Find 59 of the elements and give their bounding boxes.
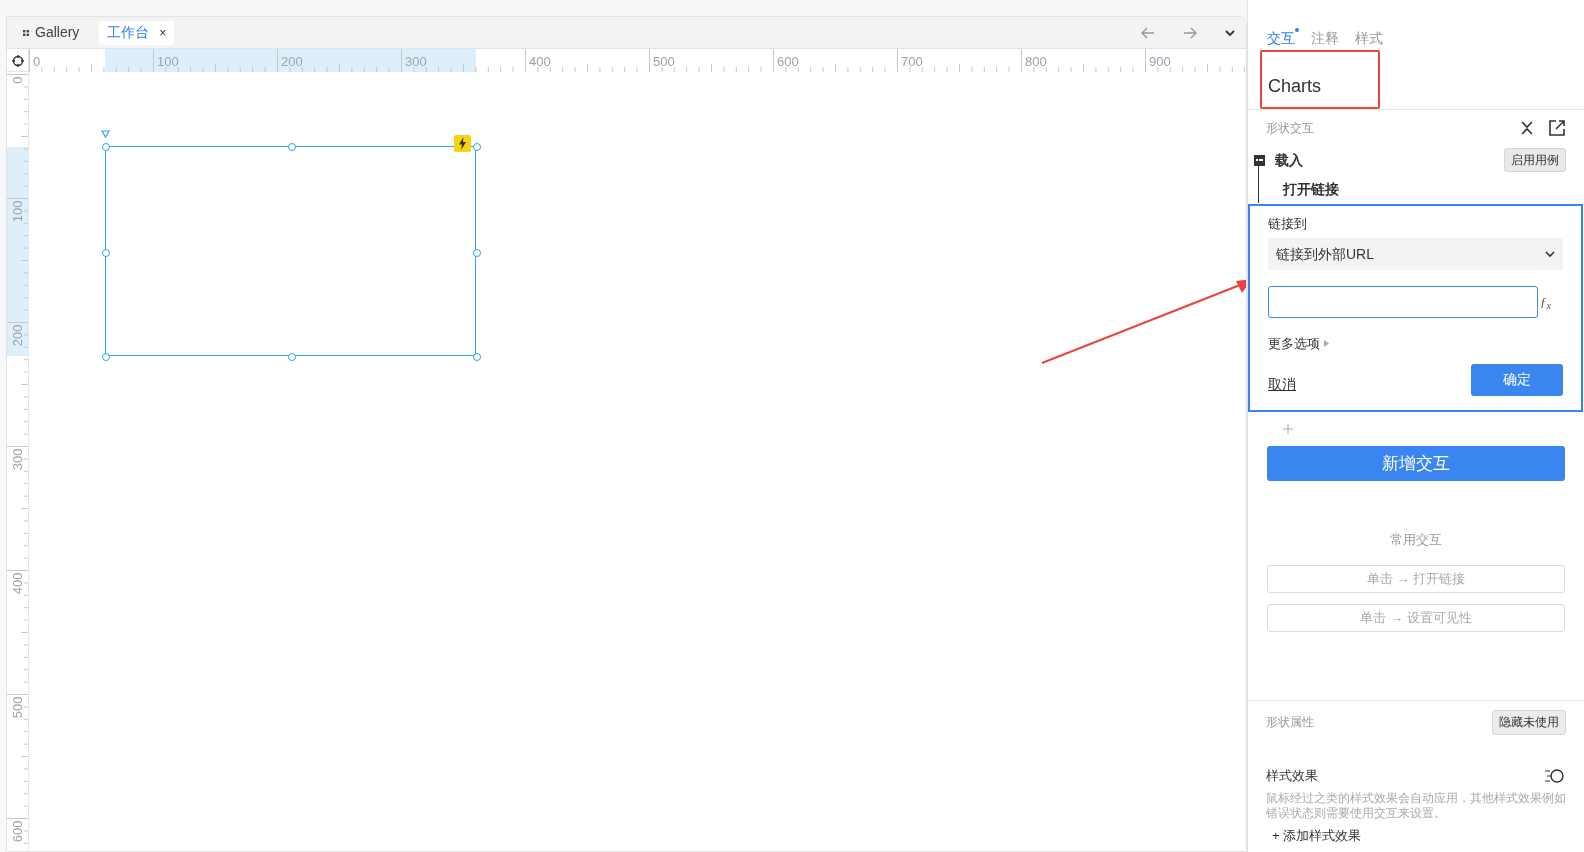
resize-handle[interactable]: [102, 249, 110, 257]
ruler-label: 400: [529, 54, 551, 69]
function-icon[interactable]: ƒ$_{x}$: [1540, 292, 1551, 312]
chevron-down-icon: [1545, 250, 1555, 258]
lightning-icon[interactable]: [454, 135, 471, 152]
hide-unused-button[interactable]: 隐藏未使用: [1492, 709, 1566, 735]
resize-handle[interactable]: [473, 353, 481, 361]
ruler-label: 500: [653, 54, 675, 69]
ruler-label: 200: [8, 324, 26, 349]
ruler-label: 400: [8, 572, 26, 597]
ruler-label: 600: [777, 54, 799, 69]
anchor-triangle-icon: [101, 130, 110, 138]
ruler-label: 900: [1149, 54, 1171, 69]
ruler-label: 100: [157, 54, 179, 69]
link-type-select[interactable]: 链接到外部URL: [1268, 238, 1563, 270]
editor-tab[interactable]: 工作台 ×: [99, 20, 175, 45]
cancel-link[interactable]: 取消: [1268, 373, 1296, 395]
section-title: 常用交互: [1390, 530, 1442, 549]
field-label: 链接到: [1268, 215, 1308, 233]
effects-description: 鼠标经过之类的样式效果会自动应用，其他样式效果例如错误状态则需要使用交互来设置。: [1265, 790, 1567, 821]
add-interaction-button[interactable]: 新增交互: [1267, 446, 1565, 481]
ruler-label: 0: [8, 76, 26, 86]
enable-case-button[interactable]: 启用用例: [1504, 148, 1566, 172]
collapse-toggle[interactable]: [1254, 154, 1265, 166]
crosshair-icon[interactable]: [11, 54, 24, 67]
panel-tab[interactable]: 交互: [1267, 28, 1295, 50]
section-title: 形状交互: [1266, 119, 1315, 137]
action-label[interactable]: 打开链接: [1283, 178, 1339, 200]
ruler-label: 800: [1025, 54, 1047, 69]
resize-handle[interactable]: [288, 353, 296, 361]
resize-handle[interactable]: [102, 353, 110, 361]
editor-tab[interactable]: Gallery: [15, 20, 88, 45]
ruler-label: 700: [901, 54, 923, 69]
resize-handle[interactable]: [102, 143, 110, 151]
ruler-label: 500: [8, 696, 26, 721]
resize-handle[interactable]: [473, 249, 481, 257]
caret-right-icon: [1324, 340, 1329, 348]
url-input[interactable]: [1268, 286, 1538, 318]
resize-handle[interactable]: [288, 143, 296, 151]
add-style-effect-link[interactable]: + 添加样式效果: [1248, 828, 1584, 843]
field-label: 样式效果: [1266, 767, 1319, 785]
ruler-label: 300: [405, 54, 427, 69]
ruler-label: 200: [281, 54, 303, 69]
event-label[interactable]: 载入: [1275, 149, 1504, 171]
toggle-effects-icon[interactable]: [1544, 768, 1566, 783]
ruler-label: 600: [8, 820, 26, 845]
element-name: Charts: [1268, 75, 1321, 97]
close-icon[interactable]: ×: [159, 23, 167, 42]
ruler-label: 100: [8, 200, 26, 225]
ruler-label: 0: [33, 54, 41, 69]
confirm-button[interactable]: 确定: [1471, 363, 1563, 396]
section-title: 形状属性: [1266, 714, 1315, 731]
grip-icon: [23, 29, 29, 36]
more-options-link[interactable]: 更多选项: [1268, 334, 1320, 354]
resize-handle[interactable]: [473, 143, 481, 151]
collapse-icon[interactable]: [1520, 119, 1534, 136]
ruler-label: 300: [8, 448, 26, 473]
plus-icon[interactable]: [1283, 424, 1293, 434]
external-link-icon[interactable]: [1548, 118, 1566, 137]
